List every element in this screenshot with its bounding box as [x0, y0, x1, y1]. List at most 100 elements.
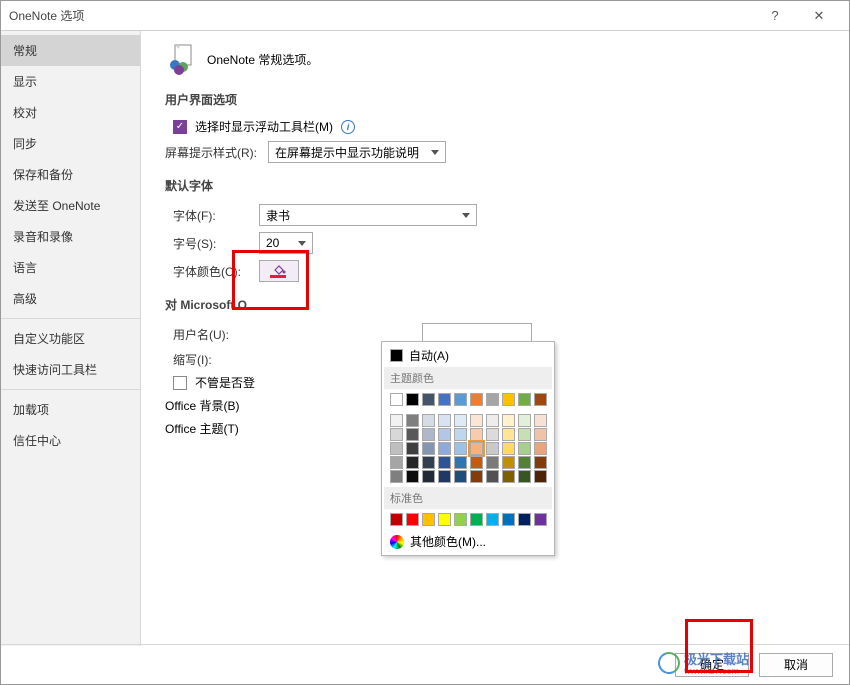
size-combo[interactable]: 20: [259, 232, 313, 254]
color-swatch[interactable]: [422, 513, 435, 526]
color-swatch[interactable]: [406, 414, 419, 427]
color-swatch[interactable]: [470, 442, 483, 455]
color-swatch[interactable]: [534, 513, 547, 526]
color-swatch[interactable]: [518, 513, 531, 526]
sidebar-item-addins[interactable]: 加载项: [1, 394, 140, 425]
color-swatch[interactable]: [390, 393, 403, 406]
color-swatch[interactable]: [486, 470, 499, 483]
color-swatch[interactable]: [454, 513, 467, 526]
color-swatch[interactable]: [518, 428, 531, 441]
auto-color-row[interactable]: 自动(A): [384, 344, 552, 367]
color-swatch[interactable]: [422, 442, 435, 455]
font-color-button[interactable]: [259, 260, 299, 282]
color-swatch[interactable]: [502, 513, 515, 526]
color-swatch[interactable]: [390, 456, 403, 469]
sidebar-item-general[interactable]: 常规: [1, 35, 140, 66]
always-checkbox[interactable]: [173, 376, 187, 390]
color-swatch[interactable]: [406, 428, 419, 441]
color-swatch[interactable]: [518, 393, 531, 406]
color-swatch[interactable]: [390, 428, 403, 441]
close-button[interactable]: ✕: [797, 2, 841, 30]
mini-toolbar-checkbox[interactable]: ✓: [173, 120, 187, 134]
color-swatch[interactable]: [422, 414, 435, 427]
color-swatch[interactable]: [422, 470, 435, 483]
color-swatch[interactable]: [470, 393, 483, 406]
color-swatch[interactable]: [438, 414, 451, 427]
color-swatch[interactable]: [422, 456, 435, 469]
color-swatch[interactable]: [406, 456, 419, 469]
color-swatch[interactable]: [518, 442, 531, 455]
color-swatch[interactable]: [454, 393, 467, 406]
color-swatch[interactable]: [470, 456, 483, 469]
color-swatch[interactable]: [390, 470, 403, 483]
color-swatch[interactable]: [438, 393, 451, 406]
color-swatch[interactable]: [534, 414, 547, 427]
color-swatch[interactable]: [502, 470, 515, 483]
color-swatch[interactable]: [470, 470, 483, 483]
screentip-combo[interactable]: 在屏幕提示中显示功能说明: [268, 141, 446, 163]
cancel-button[interactable]: 取消: [759, 653, 833, 677]
color-swatch[interactable]: [502, 442, 515, 455]
color-swatch[interactable]: [534, 428, 547, 441]
color-swatch[interactable]: [390, 442, 403, 455]
color-swatch[interactable]: [502, 393, 515, 406]
color-swatch[interactable]: [390, 414, 403, 427]
sidebar-item-sendto[interactable]: 发送至 OneNote: [1, 190, 140, 221]
color-swatch[interactable]: [534, 456, 547, 469]
sidebar-item-trust[interactable]: 信任中心: [1, 425, 140, 456]
color-swatch[interactable]: [454, 456, 467, 469]
sidebar-item-ribbon[interactable]: 自定义功能区: [1, 323, 140, 354]
color-swatch[interactable]: [454, 442, 467, 455]
color-swatch[interactable]: [502, 428, 515, 441]
sidebar-item-advanced[interactable]: 高级: [1, 283, 140, 314]
color-swatch[interactable]: [486, 513, 499, 526]
font-combo[interactable]: 隶书: [259, 204, 477, 226]
username-label: 用户名(U):: [173, 326, 251, 343]
color-swatch[interactable]: [502, 414, 515, 427]
color-swatch[interactable]: [502, 456, 515, 469]
color-swatch[interactable]: [470, 428, 483, 441]
color-swatch[interactable]: [390, 513, 403, 526]
colorwheel-icon: [390, 535, 404, 549]
screentip-label: 屏幕提示样式(R):: [165, 144, 260, 161]
color-swatch[interactable]: [438, 456, 451, 469]
color-swatch[interactable]: [406, 470, 419, 483]
color-swatch[interactable]: [518, 456, 531, 469]
color-swatch[interactable]: [438, 513, 451, 526]
color-swatch[interactable]: [486, 428, 499, 441]
color-swatch[interactable]: [470, 414, 483, 427]
color-swatch[interactable]: [406, 442, 419, 455]
color-swatch[interactable]: [534, 393, 547, 406]
color-swatch[interactable]: [486, 414, 499, 427]
sidebar-item-proofing[interactable]: 校对: [1, 97, 140, 128]
color-swatch[interactable]: [518, 414, 531, 427]
sidebar-item-audio[interactable]: 录音和录像: [1, 221, 140, 252]
color-swatch[interactable]: [406, 393, 419, 406]
sidebar-item-display[interactable]: 显示: [1, 66, 140, 97]
color-swatch[interactable]: [486, 393, 499, 406]
color-swatch[interactable]: [422, 393, 435, 406]
sidebar-item-language[interactable]: 语言: [1, 252, 140, 283]
info-icon[interactable]: i: [341, 120, 355, 134]
color-swatch[interactable]: [438, 470, 451, 483]
color-swatch[interactable]: [438, 442, 451, 455]
more-colors-row[interactable]: 其他颜色(M)...: [384, 530, 552, 553]
color-swatch[interactable]: [486, 442, 499, 455]
color-swatch[interactable]: [454, 470, 467, 483]
sidebar-item-save[interactable]: 保存和备份: [1, 159, 140, 190]
sidebar-item-sync[interactable]: 同步: [1, 128, 140, 159]
color-swatch[interactable]: [438, 428, 451, 441]
color-swatch[interactable]: [454, 414, 467, 427]
color-swatch[interactable]: [422, 428, 435, 441]
color-swatch[interactable]: [454, 428, 467, 441]
sidebar-item-qat[interactable]: 快速访问工具栏: [1, 354, 140, 385]
color-swatch[interactable]: [486, 456, 499, 469]
main-panel: OneNote 常规选项。 用户界面选项 ✓ 选择时显示浮动工具栏(M) i 屏…: [141, 31, 849, 646]
help-button[interactable]: ?: [753, 2, 797, 30]
color-swatch[interactable]: [406, 513, 419, 526]
color-swatch[interactable]: [534, 470, 547, 483]
color-swatch[interactable]: [534, 442, 547, 455]
color-swatch[interactable]: [518, 470, 531, 483]
color-swatch[interactable]: [470, 513, 483, 526]
watermark: 极光下载站 www.xz7.com: [658, 649, 749, 676]
